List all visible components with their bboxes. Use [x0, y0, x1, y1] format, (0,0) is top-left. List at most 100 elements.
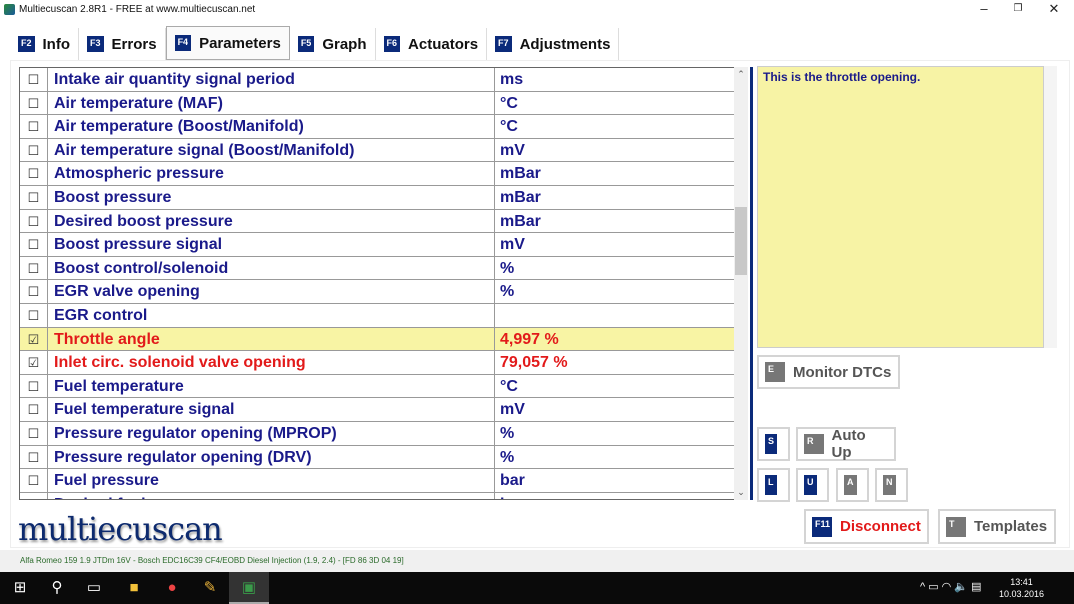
parameter-row[interactable]: ☐ Air temperature signal (Boost/Manifold)…	[20, 138, 734, 163]
parameter-row[interactable]: ☐ EGR control	[20, 304, 734, 328]
system-tray-icons[interactable]: ^ ▭ ◠ 🔈 ▤	[920, 580, 981, 593]
parameter-row[interactable]: ☐ Fuel temperature signal mV	[20, 398, 734, 422]
window-title: Multiecuscan 2.8R1 - FREE at www.multiec…	[19, 4, 256, 15]
parameter-name: Inlet circ. solenoid valve opening	[48, 351, 495, 374]
parameter-checkbox[interactable]: ☐	[20, 280, 48, 303]
task-view-icon[interactable]: ▭	[74, 572, 114, 604]
parameter-checkbox[interactable]: ☐	[20, 374, 48, 398]
status-bar: Alfa Romeo 159 1.9 JTDm 16V - Bosch EDC1…	[0, 550, 1074, 572]
parameter-value: %	[500, 448, 515, 466]
tab-errors[interactable]: F3 Errors	[79, 28, 166, 60]
parameter-row[interactable]: ☑ Inlet circ. solenoid valve opening 79,05…	[20, 351, 734, 375]
parameter-row[interactable]: ☐ Intake air quantity signal period ms	[20, 68, 734, 92]
parameter-value: °C	[500, 118, 518, 136]
tab-adjustments[interactable]: F7 Adjustments	[487, 28, 620, 60]
parameter-row[interactable]: ☐ Fuel temperature °C	[20, 374, 734, 399]
parameter-row[interactable]: ☐ Desired boost pressure mBar	[20, 209, 734, 234]
parameter-row[interactable]: ☐ Boost pressure mBar	[20, 186, 734, 210]
parameter-checkbox[interactable]: ☐	[20, 256, 48, 280]
tab-label: Graph	[322, 35, 367, 53]
parameter-checkbox[interactable]: ☐	[20, 162, 48, 185]
parameter-checkbox[interactable]: ☐	[20, 492, 48, 499]
parameter-checkbox[interactable]: ☐	[20, 469, 48, 492]
parameter-checkbox[interactable]: ☐	[20, 304, 48, 327]
parameter-name: Pressure regulator opening (DRV)	[48, 445, 495, 469]
t-key-icon: T	[946, 516, 966, 537]
u-key-icon: U	[804, 475, 817, 495]
parameter-checkbox[interactable]: ☐	[20, 445, 48, 469]
search-icon[interactable]: ⚲	[37, 572, 77, 604]
tab-actuators[interactable]: F6 Actuators	[376, 28, 488, 60]
parameter-value: mBar	[500, 165, 541, 183]
parameter-checkbox[interactable]: ☐	[20, 186, 48, 209]
parameter-checkbox[interactable]: ☐	[20, 398, 48, 421]
chrome-icon[interactable]: ●	[152, 572, 192, 604]
parameter-checkbox[interactable]: ☑	[20, 327, 48, 351]
parameter-row[interactable]: ☐ Air temperature (MAF) °C	[20, 91, 734, 116]
parameter-row[interactable]: ☐ Pressure regulator opening (DRV)%	[20, 445, 734, 470]
templates-button[interactable]: T Templates	[938, 509, 1056, 544]
restore-button[interactable]: ❐	[1000, 0, 1036, 20]
parameter-name: Fuel pressure	[48, 469, 495, 492]
parameter-row[interactable]: ☐Desired fuel pressurebar	[20, 492, 734, 499]
a-button[interactable]: A	[836, 468, 869, 502]
scrollbar-thumb[interactable]	[735, 207, 747, 275]
auto-up-button[interactable]: R Auto Up	[796, 427, 896, 461]
tab-graph[interactable]: F5 Graph	[290, 28, 376, 60]
multiecuscan-taskbar-icon[interactable]: ▣	[229, 572, 269, 604]
monitor-dtcs-button[interactable]: E Monitor DTCs	[757, 355, 900, 389]
parameter-row[interactable]: ☐ Pressure regulator opening (MPROP)%	[20, 422, 734, 446]
tab-parameters[interactable]: F4 Parameters	[165, 26, 290, 60]
close-button[interactable]: ✕	[1036, 0, 1072, 20]
button-label: Disconnect	[840, 518, 921, 535]
panel-divider[interactable]	[750, 67, 753, 500]
parameter-checkbox[interactable]: ☐	[20, 233, 48, 256]
parameter-row[interactable]: ☐ Boost control/solenoid%	[20, 256, 734, 281]
parameter-checkbox[interactable]: ☐	[20, 91, 48, 115]
l-button[interactable]: L	[757, 468, 790, 502]
app-icon[interactable]: ✎	[190, 572, 230, 604]
f11-key-icon: F11	[812, 516, 832, 537]
parameter-row[interactable]: ☑ Throttle angle 4,997 %	[20, 327, 734, 352]
parameter-checkbox[interactable]: ☐	[20, 209, 48, 233]
parameter-name: Air temperature signal (Boost/Manifold)	[48, 138, 495, 162]
parameter-row[interactable]: ☐ Boost pressure signal mV	[20, 233, 734, 257]
parameter-name: Pressure regulator opening (MPROP)	[48, 422, 495, 445]
table-scrollbar[interactable]: ⌃ ⌄	[734, 67, 748, 500]
parameter-checkbox[interactable]: ☐	[20, 422, 48, 445]
parameter-name: EGR control	[48, 304, 495, 327]
f2-key-icon: F2	[18, 36, 35, 52]
parameter-name: Fuel temperature signal	[48, 398, 495, 421]
tab-info[interactable]: F2 Info	[10, 28, 80, 60]
parameter-value: °C	[500, 377, 518, 395]
parameter-checkbox[interactable]: ☐	[20, 68, 48, 91]
parameter-row[interactable]: ☐ Atmospheric pressure mBar	[20, 162, 734, 186]
parameter-checkbox[interactable]: ☐	[20, 138, 48, 162]
e-key-icon: E	[765, 362, 785, 382]
f7-key-icon: F7	[495, 36, 512, 52]
file-explorer-icon[interactable]: ■	[114, 572, 154, 604]
disconnect-button[interactable]: F11 Disconnect	[804, 509, 929, 544]
scroll-up-icon[interactable]: ⌃	[734, 69, 748, 80]
parameter-value: mV	[500, 236, 525, 254]
clock[interactable]: 13:41 10.03.2016	[999, 576, 1044, 600]
minimize-button[interactable]: –	[966, 0, 1002, 20]
s-button[interactable]: S	[757, 427, 790, 461]
tab-label: Actuators	[408, 35, 479, 53]
parameter-row[interactable]: ☐ Fuel pressure bar	[20, 469, 734, 493]
parameter-row[interactable]: ☐ Air temperature (Boost/Manifold) °C	[20, 115, 734, 139]
n-button[interactable]: N	[875, 468, 908, 502]
date: 10.03.2016	[998, 589, 1044, 599]
parameter-value: mV	[500, 401, 525, 419]
parameter-checkbox[interactable]: ☑	[20, 351, 48, 374]
description-scrollbar[interactable]	[1044, 66, 1057, 348]
parameter-value: 79,057 %	[500, 354, 568, 372]
parameters-table: ☐ Intake air quantity signal period ms ☐ Air…	[19, 67, 735, 500]
windows-start-icon[interactable]: ⊞	[0, 572, 40, 604]
scroll-down-icon[interactable]: ⌄	[734, 487, 748, 498]
u-button[interactable]: U	[796, 468, 829, 502]
parameter-row[interactable]: ☐ EGR valve opening%	[20, 280, 734, 304]
tab-label: Adjustments	[519, 35, 611, 53]
parameter-value: 4,997 %	[500, 330, 559, 348]
parameter-checkbox[interactable]: ☐	[20, 115, 48, 138]
